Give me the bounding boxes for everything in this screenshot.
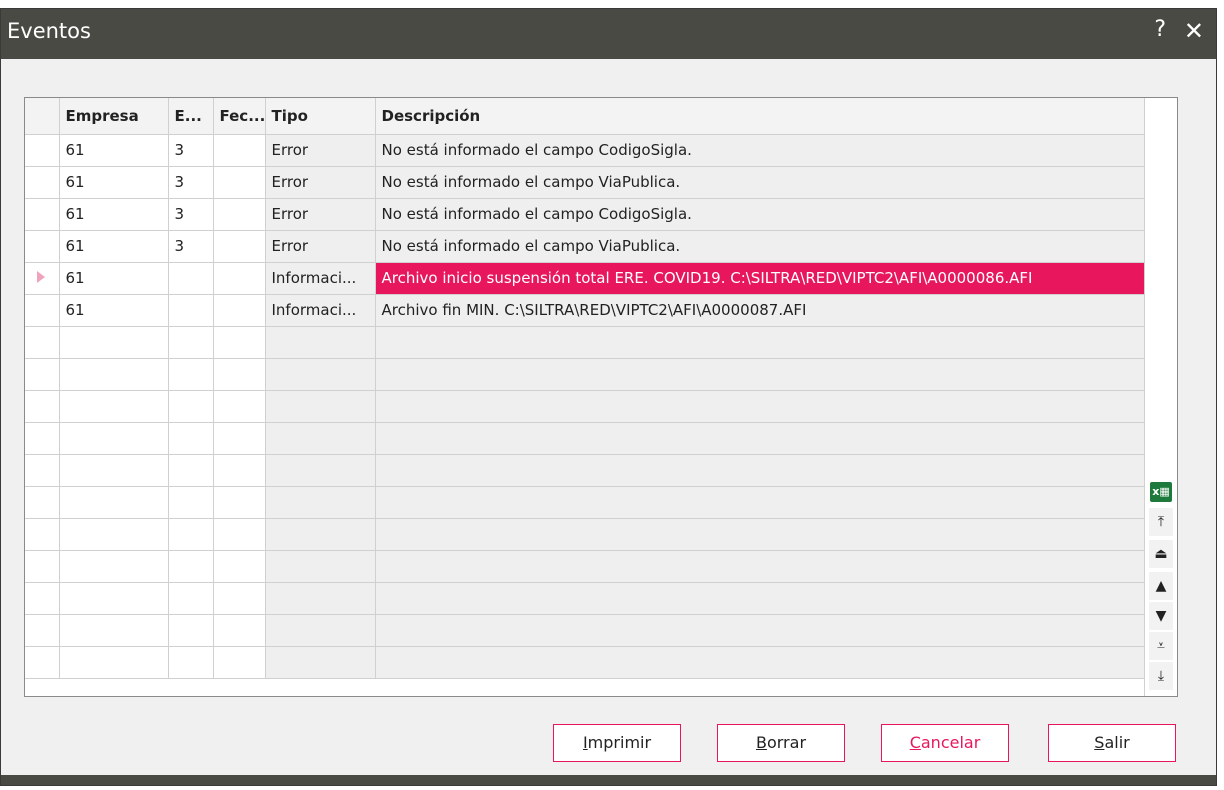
empty-row [25,422,1148,455]
table-row[interactable]: 61 3 Error No está informado el campo Vi… [25,230,1148,263]
cell-tipo[interactable]: Error [265,134,376,167]
cell-empresa[interactable]: 61 [59,294,169,327]
excel-export-icon[interactable]: x▦ [1150,482,1172,502]
table-row[interactable]: 61 3 Error No está informado el campo Co… [25,198,1148,231]
cell-tipo[interactable]: Error [265,230,376,263]
delete-button[interactable]: Borrar [717,724,845,762]
cell-tipo[interactable]: Error [265,166,376,199]
help-icon[interactable]: ? [1154,17,1166,42]
first-record-icon[interactable]: ⤒ [1149,508,1173,536]
table-row[interactable]: 61 3 Error No está informado el campo Co… [25,134,1148,167]
table-row-selected[interactable]: 61 Informaci... Archivo inicio suspensió… [25,262,1148,295]
cell-empresa[interactable]: 61 [59,134,169,167]
grid-navigation-bar: x▦ ⤒ ⏏ ▲ ▼ ⩡ ⤓ [1144,98,1177,696]
cell-fecha[interactable] [213,294,266,327]
cell-tipo[interactable]: Error [265,198,376,231]
cell-tipo[interactable]: Informaci... [265,262,376,295]
empty-row [25,646,1148,679]
empty-row [25,550,1148,583]
cell-descripcion[interactable]: No está informado el campo CodigoSigla. [375,198,1148,231]
page-down-icon[interactable]: ⩡ [1149,632,1173,660]
cell-fecha[interactable] [213,230,266,263]
row-indicator [25,134,60,167]
cell-descripcion[interactable]: No está informado el campo CodigoSigla. [375,134,1148,167]
row-indicator [25,262,60,295]
window-bottom-border [1,775,1216,785]
cell-fecha[interactable] [213,134,266,167]
cell-descripcion[interactable]: No está informado el campo ViaPublica. [375,230,1148,263]
table-header-row: Empresa E... Fec... Tipo Descripción [25,98,1148,135]
cell-e[interactable] [168,294,214,327]
cell-e[interactable] [168,262,214,295]
exit-button[interactable]: Salir [1048,724,1176,762]
cell-descripcion[interactable]: Archivo inicio suspensión total ERE. COV… [375,262,1148,295]
column-header-fecha[interactable]: Fec... [213,98,266,135]
cell-empresa[interactable]: 61 [59,230,169,263]
row-indicator [25,166,60,199]
current-row-arrow-icon [37,271,45,283]
empty-row [25,358,1148,391]
cell-descripcion[interactable]: No está informado el campo ViaPublica. [375,166,1148,199]
cell-descripcion[interactable]: Archivo fin MIN. C:\SILTRA\RED\VIPTC2\AF… [375,294,1148,327]
table-row[interactable]: 61 Informaci... Archivo fin MIN. C:\SILT… [25,294,1148,327]
cell-empresa[interactable]: 61 [59,198,169,231]
column-header-tipo[interactable]: Tipo [265,98,376,135]
cell-e[interactable]: 3 [168,134,214,167]
empty-row [25,390,1148,423]
row-indicator-header [25,98,60,135]
page-up-icon[interactable]: ⏏ [1149,540,1173,568]
print-button[interactable]: Imprimir [553,724,681,762]
close-icon[interactable]: ✕ [1184,17,1204,45]
cell-fecha[interactable] [213,198,266,231]
column-header-e[interactable]: E... [168,98,214,135]
cell-tipo[interactable]: Informaci... [265,294,376,327]
empty-row [25,582,1148,615]
column-header-empresa[interactable]: Empresa [59,98,169,135]
row-indicator [25,294,60,327]
previous-record-icon[interactable]: ▲ [1149,572,1173,600]
events-table: Empresa E... Fec... Tipo Descripción 61 … [25,98,1148,679]
cell-e[interactable]: 3 [168,166,214,199]
last-record-icon[interactable]: ⤓ [1149,662,1173,690]
cell-e[interactable]: 3 [168,198,214,231]
empty-row [25,326,1148,359]
next-record-icon[interactable]: ▼ [1149,602,1173,630]
empty-row [25,454,1148,487]
row-indicator [25,230,60,263]
column-header-descripcion[interactable]: Descripción [375,98,1148,135]
empty-row [25,614,1148,647]
eventos-dialog: Eventos ? ✕ Empresa E... Fec... Tipo Des… [0,8,1217,786]
window-title: Eventos [7,19,91,43]
empty-row [25,518,1148,551]
row-indicator [25,198,60,231]
title-bar[interactable]: Eventos ? ✕ [1,9,1216,59]
cell-empresa[interactable]: 61 [59,166,169,199]
cell-fecha[interactable] [213,166,266,199]
cancel-button[interactable]: Cancelar [881,724,1009,762]
events-grid: Empresa E... Fec... Tipo Descripción 61 … [24,97,1178,697]
table-row[interactable]: 61 3 Error No está informado el campo Vi… [25,166,1148,199]
cell-empresa[interactable]: 61 [59,262,169,295]
cell-e[interactable]: 3 [168,230,214,263]
empty-row [25,486,1148,519]
cell-fecha[interactable] [213,262,266,295]
